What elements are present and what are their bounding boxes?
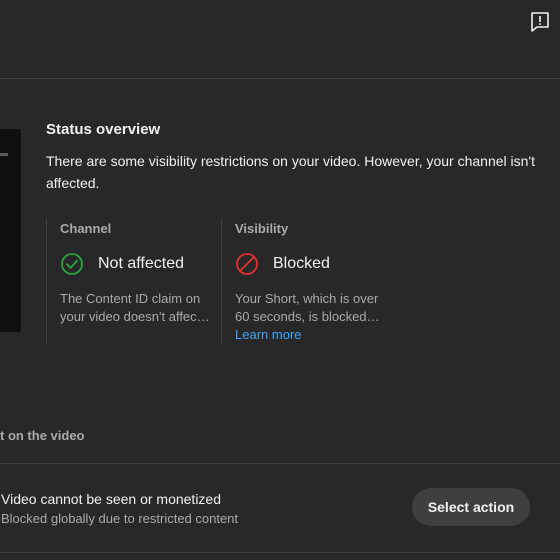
- thumbnail-progress: [0, 153, 8, 156]
- channel-description-line-2: your video doesn't affec…: [60, 309, 210, 324]
- feedback-button[interactable]: [526, 8, 554, 36]
- channel-status-text: Not affected: [98, 255, 184, 272]
- channel-description: The Content ID claim on your video doesn…: [60, 290, 210, 326]
- status-overview-title: Status overview: [46, 121, 161, 138]
- bottom-divider: [0, 552, 560, 553]
- impact-section-label: t on the video: [0, 428, 85, 443]
- blocked-icon: [236, 253, 258, 275]
- issue-subtitle: Blocked globally due to restricted conte…: [1, 511, 239, 526]
- select-action-button[interactable]: Select action: [412, 488, 530, 526]
- learn-more-link[interactable]: Learn more: [235, 326, 385, 344]
- visibility-description-line-1: Your Short, which is over: [235, 291, 379, 306]
- visibility-status-row: Blocked: [235, 252, 330, 276]
- check-circle-icon: [61, 253, 83, 275]
- visibility-label: Visibility: [235, 221, 289, 236]
- channel-status-row: Not affected: [60, 252, 184, 276]
- visibility-description-line-2: 60 seconds, is blocked…: [235, 309, 380, 324]
- channel-status-card: Channel Not affected The Content ID clai…: [46, 218, 217, 344]
- visibility-status-card: Visibility Blocked Your Short, which is …: [221, 218, 392, 344]
- visibility-status-text: Blocked: [273, 255, 330, 272]
- channel-description-line-1: The Content ID claim on: [60, 291, 201, 306]
- video-thumbnail: [0, 129, 21, 332]
- impact-divider: [0, 463, 560, 464]
- feedback-icon: [531, 12, 549, 32]
- visibility-description: Your Short, which is over 60 seconds, is…: [235, 290, 385, 344]
- issue-title: Video cannot be seen or monetized: [1, 491, 222, 507]
- status-description: There are some visibility restrictions o…: [46, 153, 535, 191]
- channel-label: Channel: [60, 221, 112, 236]
- header-divider: [0, 78, 560, 79]
